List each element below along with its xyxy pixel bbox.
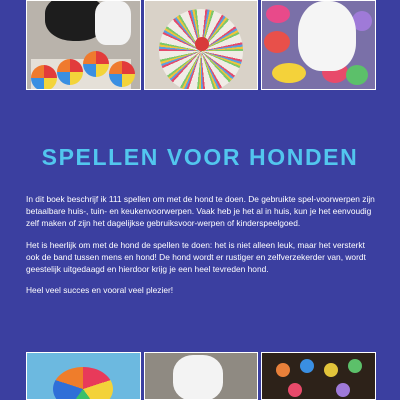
yarn-ball xyxy=(57,59,83,85)
page-title: SPELLEN VOOR HONDEN xyxy=(41,144,359,170)
white-dog-figure xyxy=(172,355,223,399)
top-photo-strip xyxy=(26,0,377,90)
paragraph: Het is heerlijk om met de hond de spelle… xyxy=(26,239,366,275)
bottom-photo-strip xyxy=(26,352,377,400)
puzzle-slot xyxy=(288,383,303,397)
puzzle-slot xyxy=(324,363,339,377)
puzzle-slot xyxy=(336,383,351,397)
intro-text: In dit boek beschrijf ik 111 spellen om … xyxy=(26,193,376,305)
photo-dog-with-cups xyxy=(261,0,377,90)
photo-rope-mop-toy xyxy=(143,0,259,90)
puzzle-slot xyxy=(300,359,315,373)
dog-chest-figure xyxy=(95,1,131,45)
photo-puzzle-board xyxy=(261,352,377,400)
paragraph: Heel veel succes en vooral veel plezier! xyxy=(26,285,174,296)
puzzle-slot xyxy=(348,359,363,373)
photo-colorful-toy xyxy=(26,352,141,400)
plastic-cup xyxy=(264,31,291,53)
plastic-cup xyxy=(266,5,291,23)
plastic-cup xyxy=(272,63,307,83)
white-dog-figure xyxy=(298,1,357,71)
paragraph: In dit boek beschrijf ik 111 spellen om … xyxy=(26,194,375,229)
colorful-ball-toy xyxy=(53,367,113,399)
photo-dog-with-yarn-balls xyxy=(26,0,141,90)
yarn-ball xyxy=(109,61,135,87)
photo-dog-on-floor xyxy=(143,352,259,400)
plastic-cup xyxy=(346,65,369,85)
puzzle-slot xyxy=(276,363,291,377)
mop-center xyxy=(194,37,209,51)
yarn-ball xyxy=(83,51,109,77)
yarn-ball xyxy=(31,65,57,89)
